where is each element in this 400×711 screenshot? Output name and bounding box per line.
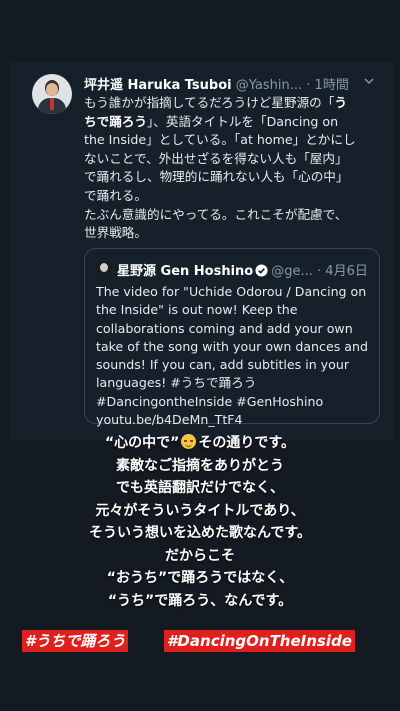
tweet-header: 坪井遥 Haruka Tsuboi @Yashin... · 1時間 xyxy=(84,74,384,94)
tweet-text: もう誰かが指摘してるだろうけど星野源の「う ちで踊ろう」、英語タイトルを「Dan… xyxy=(84,95,356,241)
quoted-text: The video for "Uchide Odorou / Dancing o… xyxy=(96,284,368,428)
smiling-face-emoji xyxy=(181,434,197,449)
tweet-card[interactable]: 坪井遥 Haruka Tsuboi @Yashin... · 1時間 もう誰かが… xyxy=(10,62,394,440)
hashtag-dancing-on-the-inside[interactable]: #DancingOnTheInside xyxy=(164,630,355,652)
author-handle[interactable]: @Yashin... xyxy=(236,78,302,93)
avatar[interactable] xyxy=(32,74,72,114)
quoted-date: · 4月6日 xyxy=(317,264,368,279)
quoted-tweet[interactable]: 星野源 Gen Hoshino @ge... · 4月6日 The video f… xyxy=(84,248,380,427)
author-name[interactable]: 坪井遥 Haruka Tsuboi xyxy=(84,78,232,93)
quoted-author-handle: @ge... xyxy=(271,264,313,279)
hashtag-uchide-odorou[interactable]: #うちで踊ろう xyxy=(22,630,129,652)
tweet-time[interactable]: · 1時間 xyxy=(306,78,349,93)
quoted-author-name: 星野源 Gen Hoshino xyxy=(117,264,254,279)
verified-icon xyxy=(255,264,268,277)
quoted-avatar xyxy=(96,260,112,276)
chevron-down-icon[interactable] xyxy=(362,74,376,88)
quoted-header: 星野源 Gen Hoshino @ge... · 4月6日 xyxy=(117,260,375,279)
story-caption: “心の中で” その通りです。 素敵なご指摘をありがとう でも英語翻訳だけでなく、 … xyxy=(89,434,311,609)
